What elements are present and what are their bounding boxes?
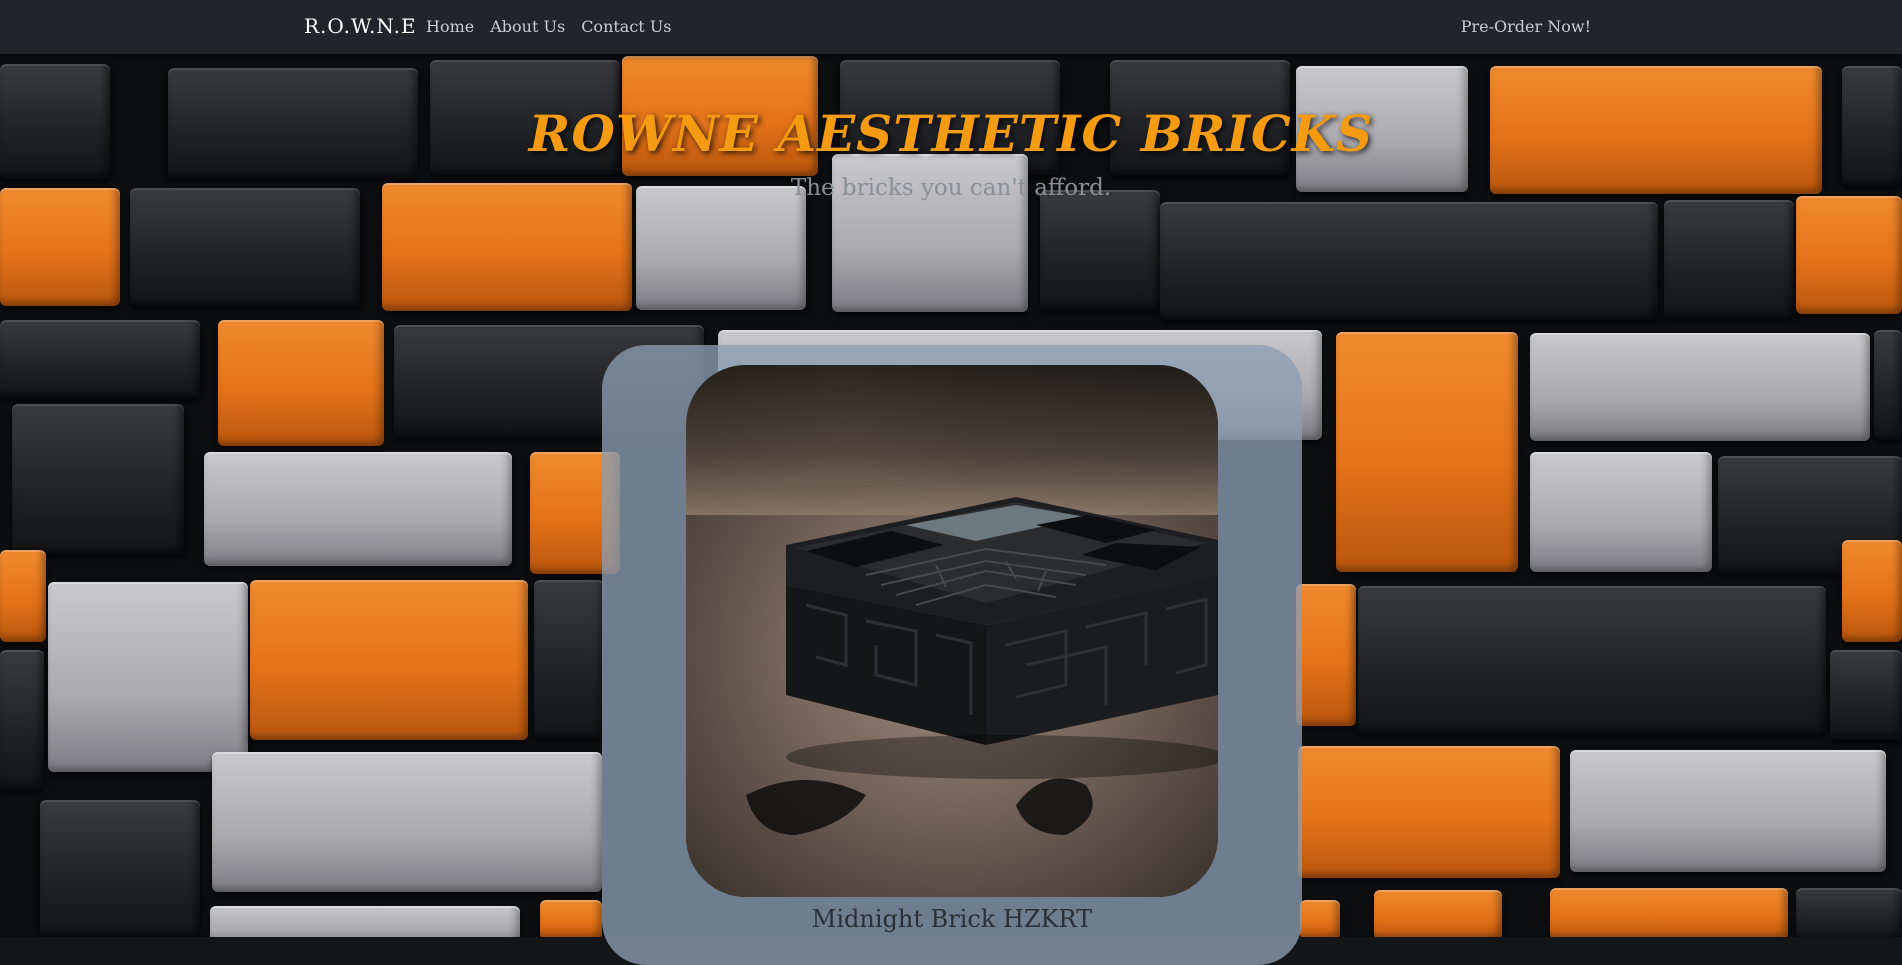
hero-subtitle: The bricks you can't afford. (790, 175, 1112, 201)
nav-links: Home About Us Contact Us (426, 17, 672, 36)
top-navbar: R.O.W.N.E Home About Us Contact Us Pre-O… (0, 0, 1902, 54)
product-name[interactable]: Midnight Brick HZKRT (602, 905, 1302, 933)
pre-order-link[interactable]: Pre-Order Now! (1461, 17, 1591, 36)
nav-link-about-us[interactable]: About Us (490, 17, 565, 36)
nav-link-home[interactable]: Home (426, 17, 474, 36)
product-image[interactable] (686, 365, 1218, 897)
nav-link-contact-us[interactable]: Contact Us (581, 17, 671, 36)
maze-brick-box-graphic (746, 497, 1218, 835)
product-card[interactable]: Midnight Brick HZKRT (602, 345, 1302, 965)
hero-title: ROWNE AESTHETIC BRICKS (528, 104, 1374, 163)
brand-logo-link[interactable]: R.O.W.N.E (304, 14, 417, 38)
